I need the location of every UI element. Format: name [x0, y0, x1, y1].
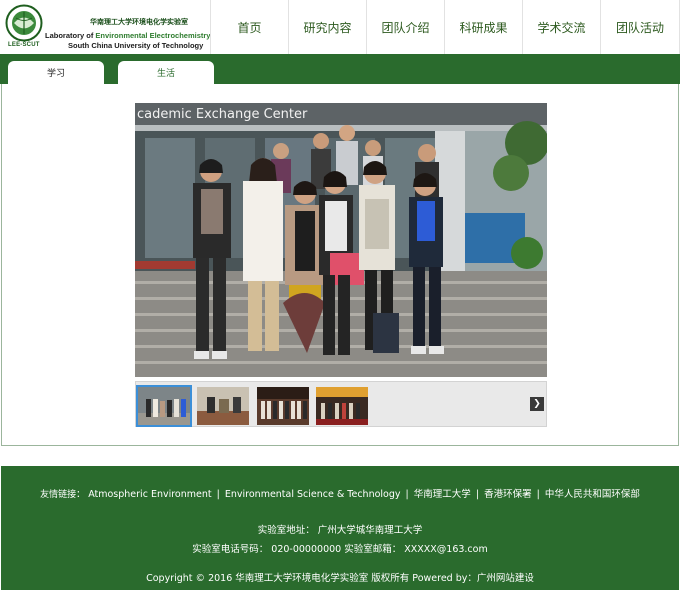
- link-scut[interactable]: 华南理工大学: [414, 489, 471, 500]
- thumbnail-image: [316, 387, 368, 425]
- site-header: LEE-SCUT 华南理工大学环境电化学实验室 Laboratory of En…: [0, 0, 680, 54]
- link-separator: |: [405, 489, 409, 500]
- tab-life[interactable]: 生活: [118, 61, 214, 84]
- gallery-panel: cademic Exchange Center ❯: [1, 84, 679, 446]
- tab-study[interactable]: 学习: [8, 61, 104, 84]
- tab-bar: 学习 生活: [0, 54, 680, 84]
- link-est[interactable]: Environmental Science & Technology: [225, 489, 401, 500]
- nav-home[interactable]: 首页: [210, 0, 288, 54]
- thumbnail-strip: ❮: [135, 381, 547, 427]
- link-separator: |: [475, 489, 480, 500]
- link-separator: |: [216, 489, 220, 500]
- nav-exchange[interactable]: 学术交流: [522, 0, 600, 54]
- main-photo: cademic Exchange Center: [135, 103, 547, 377]
- group-photo-image: cademic Exchange Center: [135, 103, 547, 377]
- nav-research[interactable]: 研究内容: [288, 0, 366, 54]
- site-footer: 友情链接： Atmospheric Environment | Environm…: [1, 466, 679, 590]
- thumbnail[interactable]: [257, 387, 309, 425]
- link-separator: |: [536, 489, 540, 500]
- nav-team[interactable]: 团队介绍: [366, 0, 444, 54]
- logo-title-en: Laboratory of Environmental Electrochemi…: [45, 31, 210, 40]
- logo-university: South China University of Technology: [68, 41, 204, 50]
- thumbnail[interactable]: [197, 387, 249, 425]
- main-nav: 首页 研究内容 团队介绍 科研成果 学术交流 团队活动: [210, 0, 680, 54]
- friendly-links: 友情链接： Atmospheric Environment | Environm…: [1, 486, 679, 500]
- nav-achievements[interactable]: 科研成果: [444, 0, 522, 54]
- chevron-right-icon[interactable]: ❯: [530, 397, 544, 411]
- thumbnail-image: [197, 387, 249, 425]
- logo-en-prefix: Laboratory of: [45, 31, 96, 40]
- link-mep[interactable]: 中华人民共和国环保部: [545, 489, 640, 500]
- nav-activities[interactable]: 团队活动: [600, 0, 680, 54]
- lab-emblem-icon: [5, 4, 43, 42]
- logo-en-highlight: Environmental Electrochemistry: [95, 31, 211, 40]
- site-logo[interactable]: LEE-SCUT 华南理工大学环境电化学实验室 Laboratory of En…: [2, 3, 212, 51]
- logo-tag: LEE-SCUT: [8, 42, 40, 48]
- building-sign: cademic Exchange Center: [137, 107, 308, 122]
- thumbnail-image: [257, 387, 309, 425]
- thumbnail[interactable]: [316, 387, 368, 425]
- links-label: 友情链接：: [40, 490, 86, 500]
- lab-contact: 实验室电话号码： 020-00000000 实验室邮箱： XXXXX@163.c…: [192, 544, 488, 555]
- copyright: Copyright © 2016 华南理工大学环境电化学实验室 版权所有 Pow…: [146, 573, 534, 584]
- thumbnail-image: [138, 387, 190, 425]
- logo-title-cn: 华南理工大学环境电化学实验室: [90, 18, 188, 26]
- link-hk-epd[interactable]: 香港环保署: [484, 489, 532, 500]
- thumbnail[interactable]: [136, 385, 192, 427]
- link-atmospheric-environment[interactable]: Atmospheric Environment: [88, 489, 211, 500]
- lab-address: 实验室地址： 广州大学城华南理工大学: [257, 525, 423, 536]
